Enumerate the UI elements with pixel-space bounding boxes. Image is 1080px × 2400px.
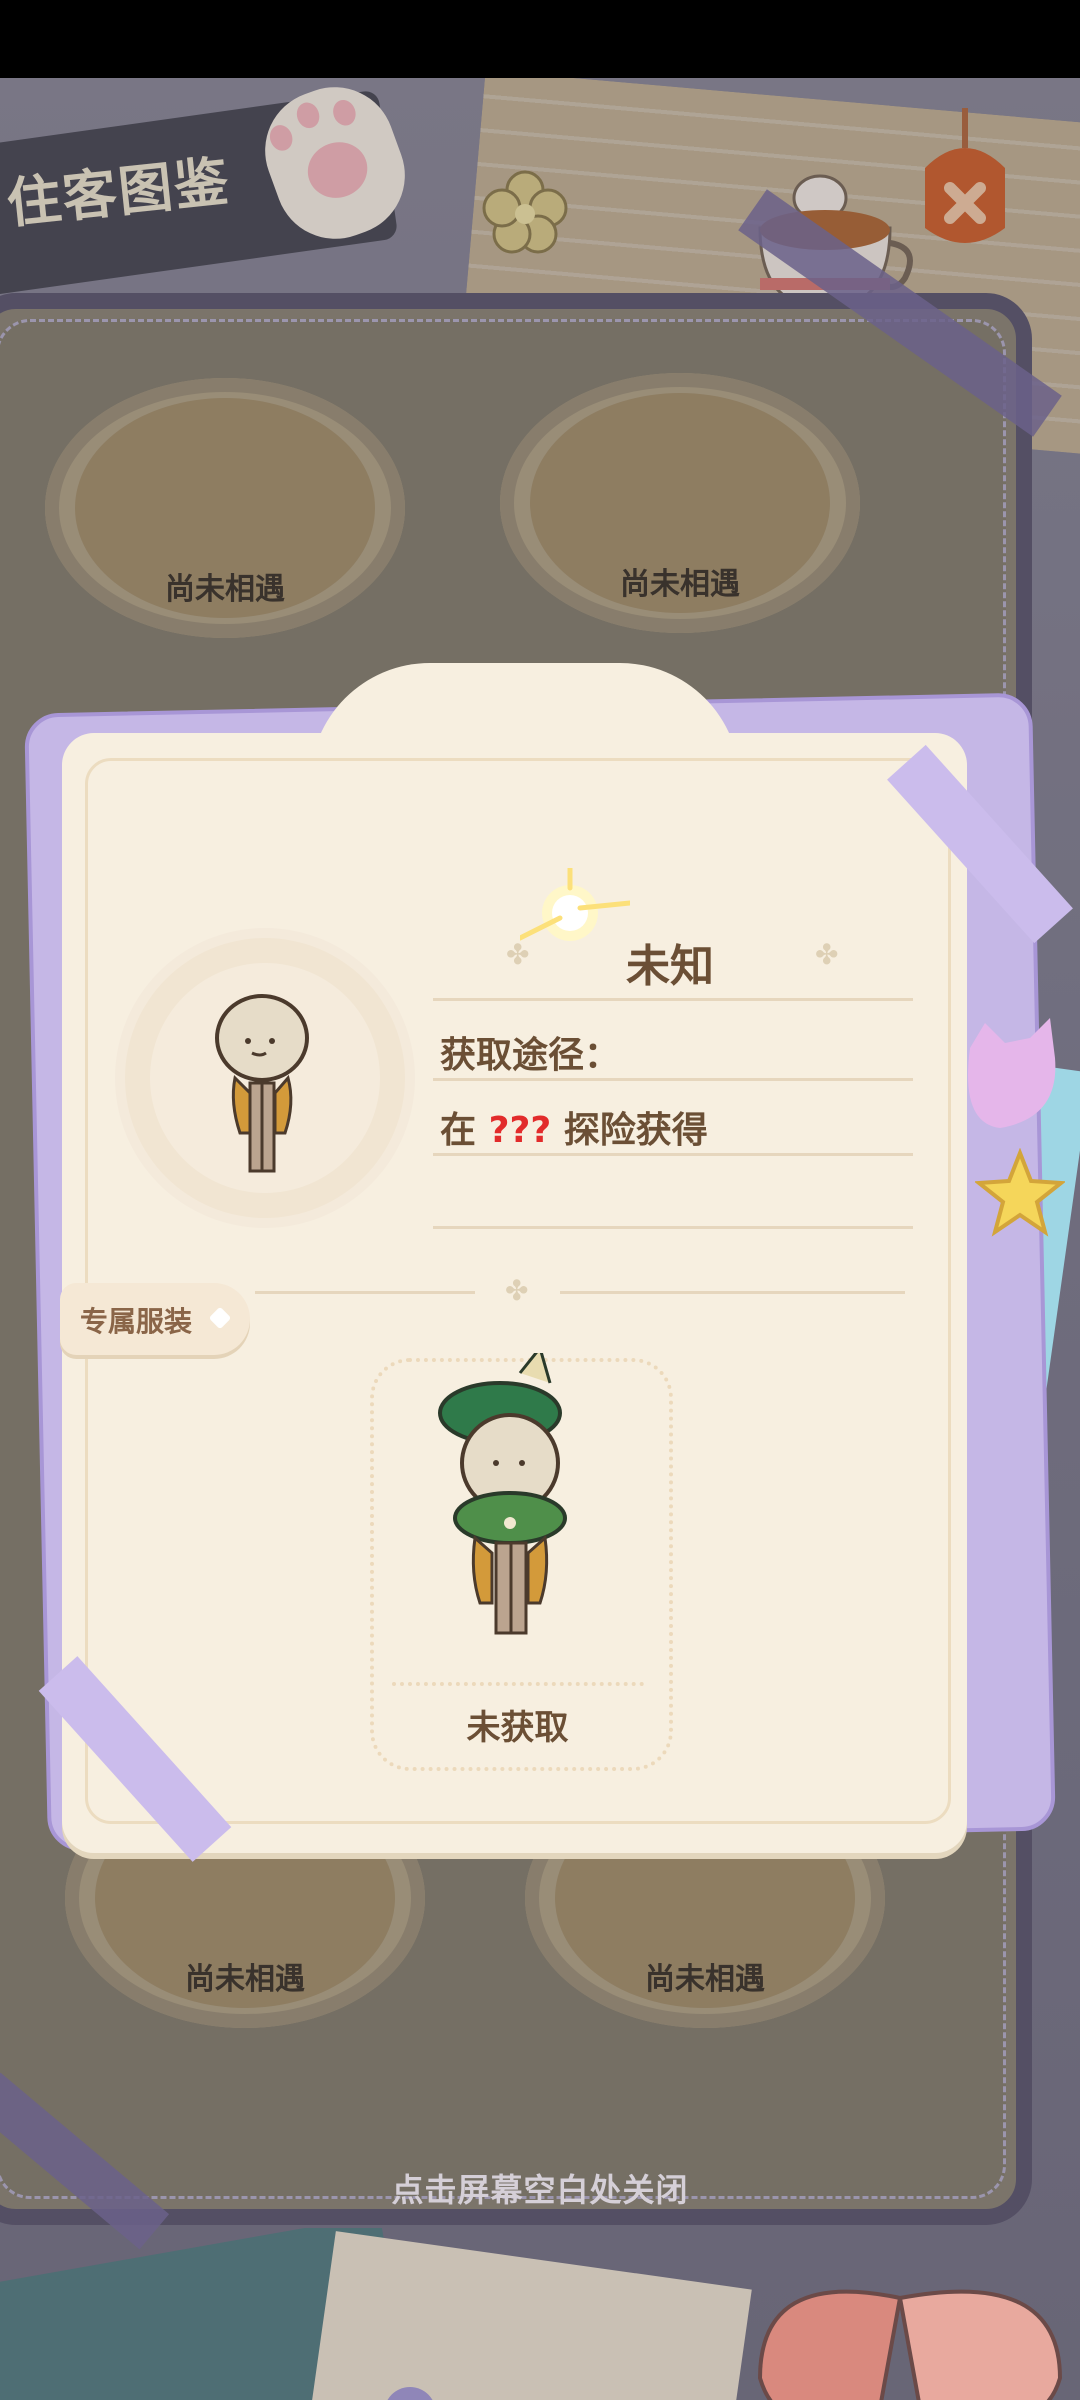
outfit-preview — [438, 1353, 567, 1635]
status-bar — [0, 0, 1080, 78]
star-icon — [975, 1148, 1065, 1237]
outfit-status: 未获取 — [466, 1708, 569, 1748]
footer-decoration — [0, 2228, 1063, 2400]
outfit-tag-label: 专属服装 — [80, 1305, 193, 1338]
guest-name: 未知 — [626, 941, 714, 992]
clover-icon: ✤ — [506, 938, 530, 971]
source-label: 获取途径： — [440, 1035, 621, 1076]
source-text: 在 ??? 探险获得 — [440, 1110, 708, 1151]
guest-portrait — [215, 994, 309, 1173]
unknown-location: ??? — [488, 1110, 552, 1151]
clover-icon: ✤ — [815, 938, 839, 971]
clover-icon: ✤ — [505, 1274, 529, 1307]
butterfly-icon — [757, 2289, 1063, 2400]
close-hint: 点击屏幕空白处关闭 — [391, 2171, 689, 2209]
codex-scene[interactable]: 住客图鉴 尚未相遇 尚未相遇 尚未相遇 尚未相遇 ✤ ✤ 未知 获取途径： 在 … — [0, 78, 1080, 2400]
cat-sticker-icon — [968, 1018, 1056, 1128]
